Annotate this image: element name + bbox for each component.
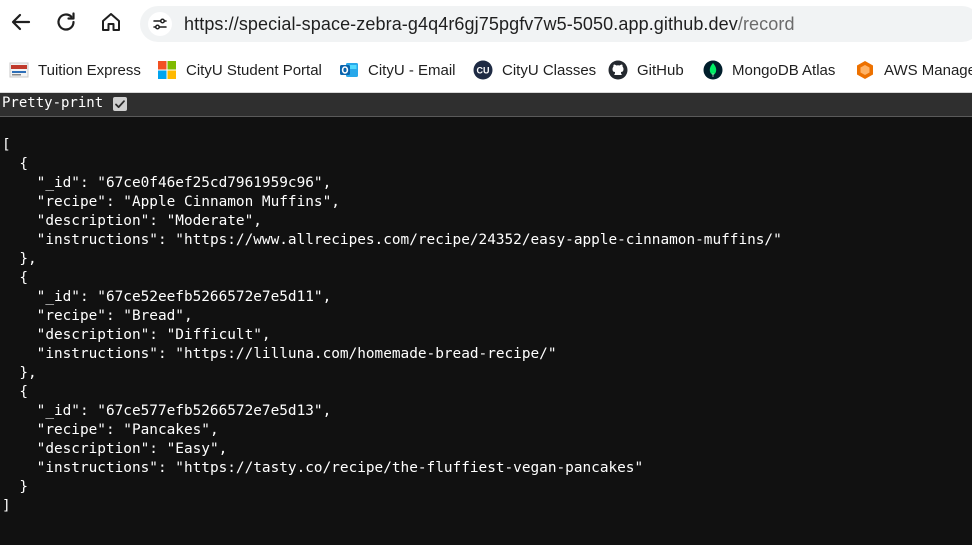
record-description: Moderate [175, 213, 245, 229]
bookmarks-bar: Tuition Express CityU Student Portal Cit… [0, 49, 972, 93]
json-record: { "_id": "67ce0f46ef25cd7961959c96", "re… [19, 156, 782, 267]
bookmark-label: CityU - Email [368, 61, 456, 79]
checkmark-icon [115, 100, 125, 108]
bookmark-label: CityU Classes [502, 61, 597, 79]
outlook-icon [339, 60, 359, 80]
url-path: /record [737, 14, 795, 34]
bookmark-aws-manage[interactable]: AWS Manage [855, 59, 972, 81]
record-recipe: Pancakes [131, 422, 202, 438]
bookmark-cityu-student-portal[interactable]: CityU Student Portal [157, 59, 322, 81]
bookmark-label: CityU Student Portal [186, 61, 322, 79]
home-icon[interactable] [97, 8, 125, 36]
record-id: 67ce0f46ef25cd7961959c96 [105, 175, 314, 191]
reload-icon[interactable] [52, 8, 80, 36]
record-recipe: Bread [131, 308, 176, 324]
url-host: https://special-space-zebra-g4q4r6gj75pg… [184, 14, 738, 34]
bookmark-label: Tuition Express [38, 61, 141, 79]
record-recipe: Apple Cinnamon Muffins [131, 194, 323, 210]
bookmark-label: MongoDB Atlas [732, 61, 836, 79]
bookmark-mongodb-atlas[interactable]: MongoDB Atlas [703, 59, 835, 81]
record-instructions: https://www.allrecipes.com/recipe/24352/… [183, 232, 774, 248]
bookmark-cityu-classes[interactable]: CU CityU Classes [473, 59, 596, 81]
json-record: { "_id": "67ce52eefb5266572e7e5d11", "re… [19, 270, 557, 381]
back-arrow-icon[interactable] [7, 8, 35, 36]
record-id: 67ce52eefb5266572e7e5d11 [105, 289, 314, 305]
record-description: Easy [175, 441, 210, 457]
tune-icon[interactable] [148, 12, 172, 36]
pretty-print-bar: Pretty-print [0, 93, 972, 117]
record-id: 67ce577efb5266572e7e5d13 [105, 403, 314, 419]
json-record: { "_id": "67ce577efb5266572e7e5d13", "re… [19, 384, 644, 495]
url-text: https://special-space-zebra-g4q4r6gj75pg… [184, 14, 795, 34]
microsoft-icon [157, 60, 177, 80]
aws-icon [855, 60, 875, 80]
mongodb-leaf-icon [703, 60, 723, 80]
address-bar[interactable]: https://special-space-zebra-g4q4r6gj75pg… [140, 6, 972, 42]
svg-text:CU: CU [477, 66, 490, 76]
bookmark-tuition-express[interactable]: Tuition Express [9, 59, 141, 81]
record-instructions: https://lilluna.com/homemade-bread-recip… [183, 346, 548, 362]
pretty-print-label: Pretty-print [2, 95, 104, 111]
pretty-print-checkbox[interactable] [113, 97, 127, 111]
record-instructions: https://tasty.co/recipe/the-fluffiest-ve… [183, 460, 635, 476]
tuition-express-icon [9, 60, 29, 80]
cityu-icon: CU [473, 60, 493, 80]
bookmark-label: GitHub [637, 61, 684, 79]
github-icon [608, 60, 628, 80]
bookmark-github[interactable]: GitHub [608, 59, 684, 81]
bookmark-cityu-email[interactable]: CityU - Email [339, 59, 456, 81]
json-body: [ { "_id": "67ce0f46ef25cd7961959c96", "… [2, 137, 782, 514]
bookmark-label: AWS Manage [884, 61, 972, 79]
browser-toolbar: https://special-space-zebra-g4q4r6gj75pg… [0, 0, 972, 49]
record-description: Difficult [175, 327, 254, 343]
